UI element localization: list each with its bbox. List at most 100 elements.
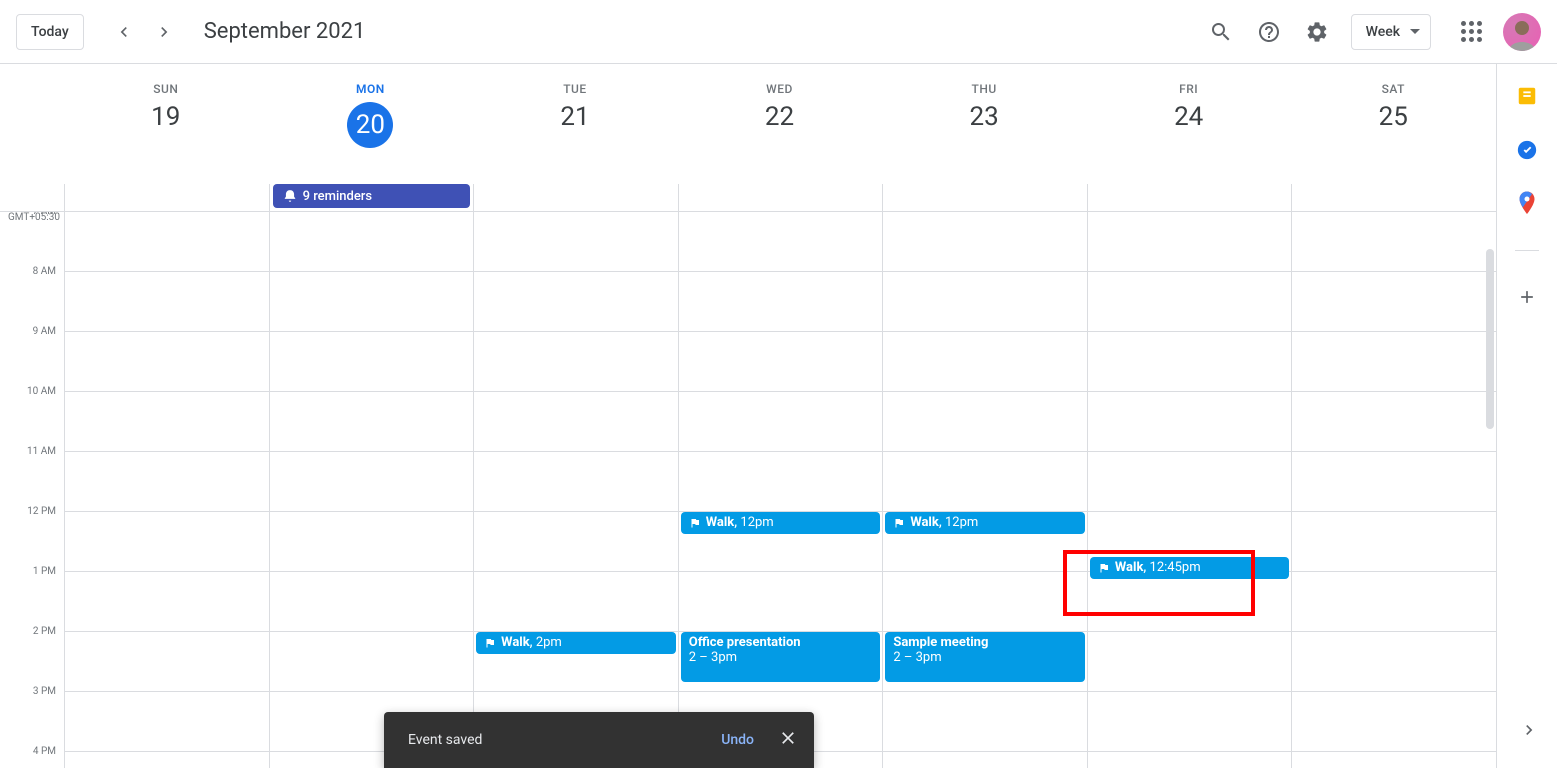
- hour-cell[interactable]: [269, 392, 474, 452]
- hour-cell[interactable]: [473, 572, 678, 632]
- allday-cell[interactable]: [64, 184, 269, 211]
- hour-cell[interactable]: [473, 332, 678, 392]
- hour-cell[interactable]: [269, 272, 474, 332]
- hour-cell[interactable]: [64, 572, 269, 632]
- side-add-button[interactable]: [1515, 285, 1539, 309]
- prev-week-button[interactable]: [104, 12, 144, 52]
- hour-cell[interactable]: [678, 392, 883, 452]
- hour-cell[interactable]: [269, 452, 474, 512]
- hour-cell[interactable]: [269, 212, 474, 272]
- allday-cell[interactable]: 9 reminders: [269, 184, 474, 211]
- day-header-mon[interactable]: MON20: [269, 64, 474, 184]
- tasks-icon[interactable]: [1515, 138, 1539, 162]
- hour-cell[interactable]: [1291, 632, 1496, 692]
- hour-cell[interactable]: [64, 332, 269, 392]
- allday-cell[interactable]: [1087, 184, 1292, 211]
- search-button[interactable]: [1201, 12, 1241, 52]
- reminder-pill[interactable]: 9 reminders: [273, 184, 471, 208]
- hour-cell[interactable]: [678, 452, 883, 512]
- hour-cell[interactable]: [1291, 392, 1496, 452]
- hour-cell[interactable]: [882, 752, 1087, 768]
- hour-cell[interactable]: [1087, 212, 1292, 272]
- hour-cell[interactable]: Walk, 12:45pm: [1087, 512, 1292, 572]
- hour-cell[interactable]: [1087, 632, 1292, 692]
- hour-cell[interactable]: [882, 212, 1087, 272]
- hour-cell[interactable]: [1087, 272, 1292, 332]
- next-week-button[interactable]: [144, 12, 184, 52]
- event-walk[interactable]: Walk, 12pm: [681, 512, 881, 534]
- hour-cell[interactable]: [64, 452, 269, 512]
- day-header-sat[interactable]: SAT25: [1291, 64, 1496, 184]
- hour-cell[interactable]: [882, 392, 1087, 452]
- hour-cell[interactable]: [473, 392, 678, 452]
- hour-cell[interactable]: [473, 212, 678, 272]
- event-sample-meeting[interactable]: Sample meeting2 – 3pm: [885, 632, 1085, 682]
- event-office-presentation[interactable]: Office presentation2 – 3pm: [681, 632, 881, 682]
- hour-cell[interactable]: [269, 512, 474, 572]
- hour-cell[interactable]: [678, 272, 883, 332]
- toast-undo-button[interactable]: Undo: [705, 724, 770, 756]
- day-header-thu[interactable]: THU23: [882, 64, 1087, 184]
- toast-close-button[interactable]: [770, 720, 806, 760]
- hour-cell[interactable]: Walk, 12pm: [678, 512, 883, 572]
- allday-cell[interactable]: [473, 184, 678, 211]
- hour-cell[interactable]: [64, 632, 269, 692]
- hour-cell[interactable]: [269, 632, 474, 692]
- hour-cell[interactable]: Office presentation2 – 3pm: [678, 632, 883, 692]
- hour-cell[interactable]: [1291, 332, 1496, 392]
- hour-cell[interactable]: [882, 572, 1087, 632]
- hour-cell[interactable]: [64, 272, 269, 332]
- hour-cell[interactable]: [64, 212, 269, 272]
- scrollbar-thumb[interactable]: [1486, 249, 1494, 429]
- hour-cell[interactable]: [678, 332, 883, 392]
- today-button[interactable]: Today: [16, 14, 84, 50]
- allday-cell[interactable]: [1291, 184, 1496, 211]
- hour-cell[interactable]: [1291, 692, 1496, 752]
- hour-cell[interactable]: [678, 212, 883, 272]
- hour-cell[interactable]: [269, 572, 474, 632]
- hour-cell[interactable]: [1291, 512, 1496, 572]
- hour-cell[interactable]: [473, 272, 678, 332]
- allday-cell[interactable]: [882, 184, 1087, 211]
- hour-cell[interactable]: [269, 332, 474, 392]
- hour-cell[interactable]: [1291, 212, 1496, 272]
- hour-cell[interactable]: Sample meeting2 – 3pm: [882, 632, 1087, 692]
- hour-cell[interactable]: [473, 452, 678, 512]
- hour-cell[interactable]: [1291, 272, 1496, 332]
- event-walk[interactable]: Walk, 2pm: [476, 632, 676, 654]
- hour-cell[interactable]: [882, 692, 1087, 752]
- hour-cell[interactable]: [64, 392, 269, 452]
- account-avatar[interactable]: [1503, 13, 1541, 51]
- hour-cell[interactable]: [64, 692, 269, 752]
- hour-cell[interactable]: [1291, 572, 1496, 632]
- help-button[interactable]: [1249, 12, 1289, 52]
- day-header-sun[interactable]: SUN19: [64, 64, 269, 184]
- hour-cell[interactable]: [1087, 452, 1292, 512]
- hour-cell[interactable]: [678, 572, 883, 632]
- maps-icon[interactable]: [1515, 192, 1539, 216]
- hour-cell[interactable]: [1087, 572, 1292, 632]
- hour-cell[interactable]: [473, 512, 678, 572]
- hour-cell[interactable]: [882, 272, 1087, 332]
- hour-cell[interactable]: [882, 332, 1087, 392]
- hour-cell[interactable]: [882, 452, 1087, 512]
- hour-cell[interactable]: [1087, 392, 1292, 452]
- day-header-fri[interactable]: FRI24: [1087, 64, 1292, 184]
- hour-cell[interactable]: [1087, 692, 1292, 752]
- side-panel-toggle[interactable]: [1519, 720, 1539, 744]
- keep-icon[interactable]: [1515, 84, 1539, 108]
- day-header-wed[interactable]: WED22: [678, 64, 883, 184]
- google-apps-button[interactable]: [1451, 12, 1491, 52]
- hour-cell[interactable]: [64, 752, 269, 768]
- hour-cell[interactable]: [1291, 452, 1496, 512]
- hour-cell[interactable]: [1087, 752, 1292, 768]
- settings-button[interactable]: [1297, 12, 1337, 52]
- allday-cell[interactable]: [678, 184, 883, 211]
- view-selector[interactable]: Week: [1351, 14, 1431, 50]
- day-header-tue[interactable]: TUE21: [473, 64, 678, 184]
- hour-cell[interactable]: [64, 512, 269, 572]
- hour-cell[interactable]: [1291, 752, 1496, 768]
- hour-cell[interactable]: Walk, 12pm: [882, 512, 1087, 572]
- hour-cell[interactable]: Walk, 2pm: [473, 632, 678, 692]
- hour-cell[interactable]: [1087, 332, 1292, 392]
